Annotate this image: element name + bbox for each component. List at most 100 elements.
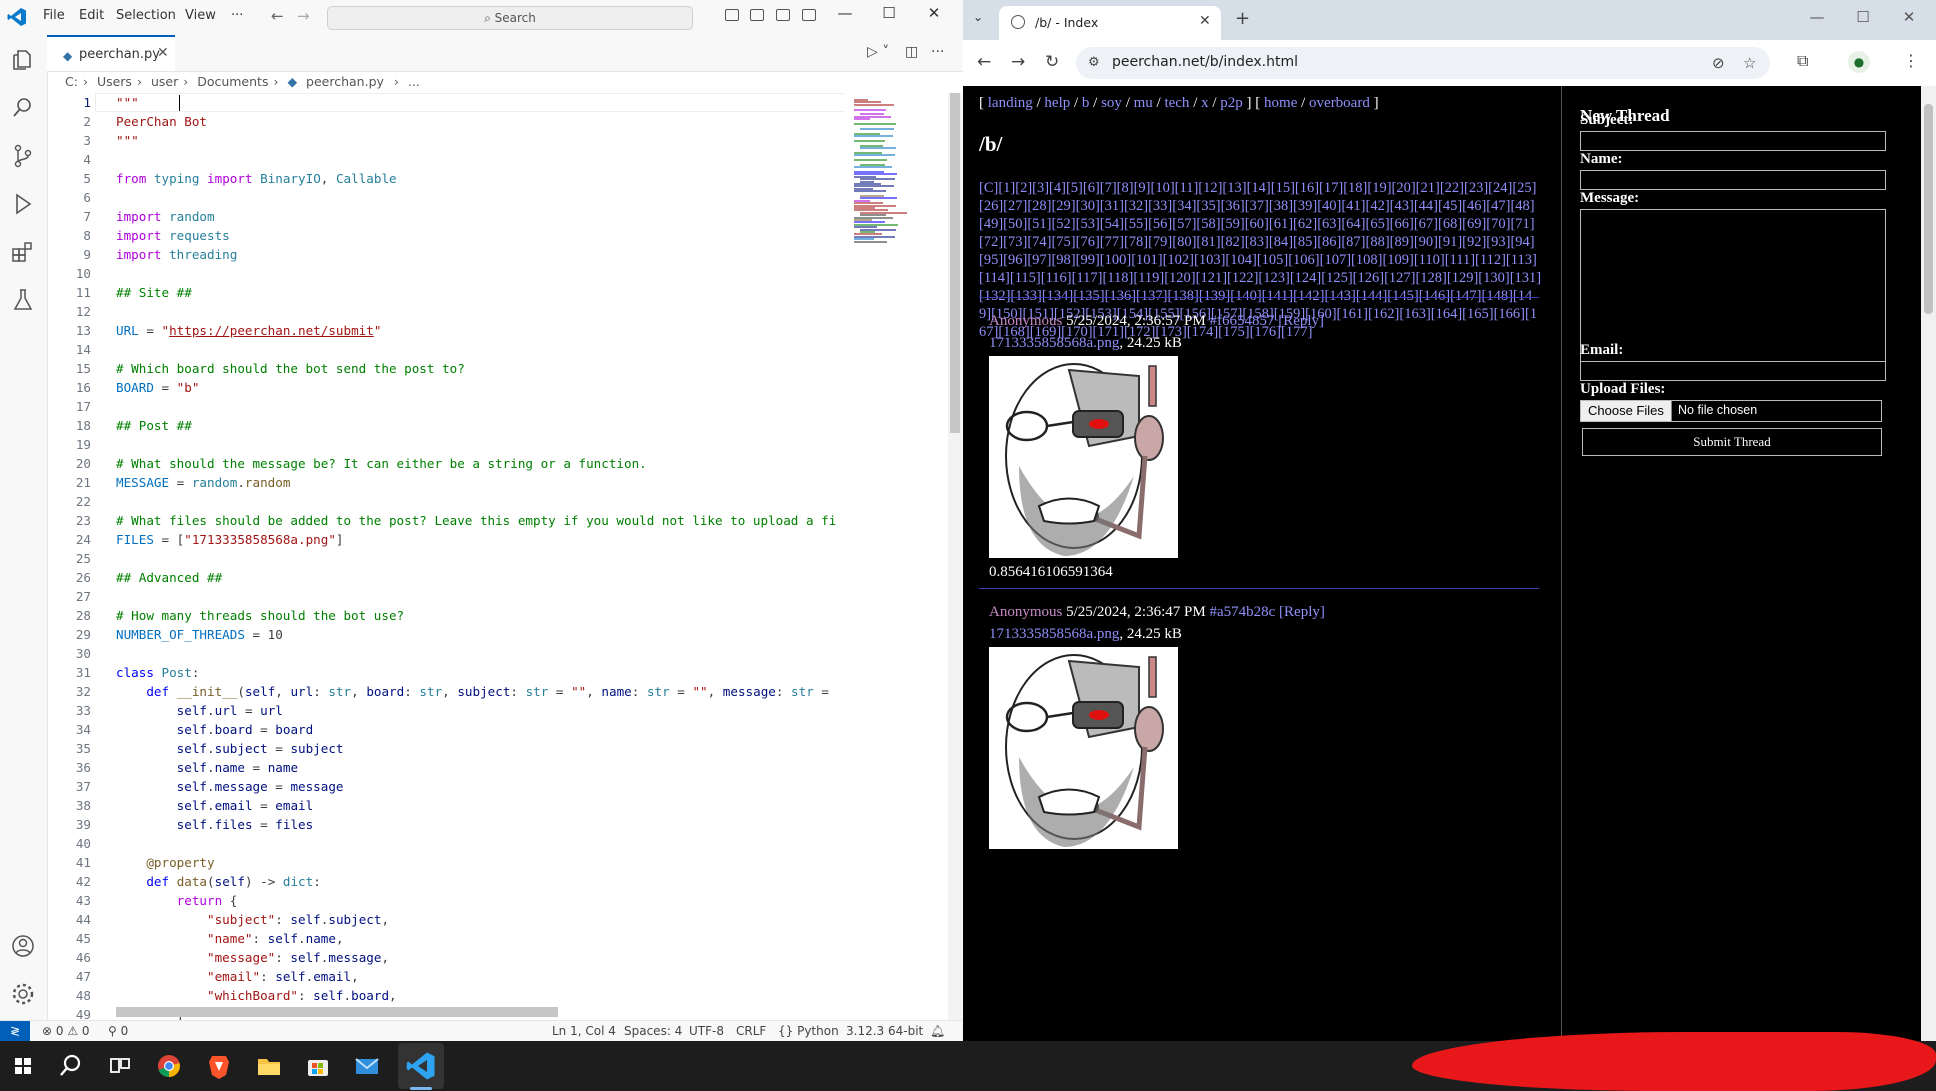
subject-field[interactable] xyxy=(1580,131,1886,151)
menu-edit[interactable]: Edit xyxy=(79,8,104,23)
page-scrollbar-thumb[interactable] xyxy=(1924,104,1933,314)
email-field[interactable] xyxy=(1580,361,1886,381)
split-editor-icon[interactable]: ◫ xyxy=(905,44,918,60)
chrome-icon[interactable] xyxy=(154,1051,184,1081)
customize-layout-icon[interactable] xyxy=(802,9,816,21)
eye-slash-icon[interactable]: ⊘ xyxy=(1712,54,1725,72)
code-editor[interactable]: 1 """ 2 PeerChan Bot 3 """ 4 5 from typing impor… xyxy=(47,93,844,1020)
editor-vertical-scrollbar[interactable] xyxy=(948,93,962,1020)
file-explorer-icon[interactable] xyxy=(254,1051,284,1081)
browser-close-icon[interactable]: ✕ xyxy=(1895,8,1923,26)
vscode-icon[interactable] xyxy=(406,1051,436,1081)
cursor-position[interactable]: Ln 1, Col 4 xyxy=(552,1024,616,1038)
nav-link-home[interactable]: home xyxy=(1264,95,1297,111)
nav-link-soy[interactable]: soy xyxy=(1101,95,1122,111)
message-textarea[interactable] xyxy=(1580,209,1886,365)
scrollbar-thumb[interactable] xyxy=(950,93,960,433)
post-image[interactable] xyxy=(989,356,1178,558)
toggle-primary-sidebar-icon[interactable] xyxy=(725,9,739,21)
task-view-icon[interactable] xyxy=(105,1051,135,1081)
choose-files-button[interactable]: Choose Files xyxy=(1581,401,1672,421)
minimize-icon[interactable]: — xyxy=(830,4,860,22)
breadcrumb-documents[interactable]: Documents xyxy=(197,74,268,89)
reload-icon[interactable]: ↻ xyxy=(1045,52,1059,72)
maximize-icon[interactable]: ☐ xyxy=(874,4,904,22)
tab-peerchan-py[interactable]: ◆ peerchan.py ✕ xyxy=(47,35,175,71)
submit-thread-button[interactable]: Submit Thread xyxy=(1582,428,1882,456)
nav-link-mu[interactable]: mu xyxy=(1134,95,1153,111)
site-info-icon[interactable]: ⚙ xyxy=(1088,55,1100,70)
post-image[interactable] xyxy=(989,647,1178,849)
tab-search-chevron-icon[interactable]: ⌄ xyxy=(973,10,983,24)
address-bar[interactable]: ⚙ peerchan.net/b/index.html ⊘ ☆ xyxy=(1076,47,1770,79)
browser-tab[interactable]: /b/ - Index ✕ xyxy=(999,6,1221,40)
browser-maximize-icon[interactable]: ☐ xyxy=(1849,8,1877,26)
nav-link-p2p[interactable]: p2p xyxy=(1220,95,1243,111)
brave-icon[interactable] xyxy=(204,1051,234,1081)
new-tab-icon[interactable]: + xyxy=(1235,8,1250,29)
run-python-icon[interactable]: ▷ ˅ xyxy=(867,44,889,60)
post-id-link[interactable]: #f6654857 xyxy=(1209,313,1274,329)
more-actions-icon[interactable]: ··· xyxy=(931,44,944,60)
extensions-icon[interactable] xyxy=(10,239,36,265)
windows-start-icon[interactable] xyxy=(8,1051,38,1081)
browser-minimize-icon[interactable]: — xyxy=(1803,8,1831,26)
end-of-line[interactable]: CRLF xyxy=(736,1024,766,1038)
command-center-search[interactable]: ⌕ Search xyxy=(327,6,693,30)
nav-link-tech[interactable]: tech xyxy=(1164,95,1189,111)
reply-link[interactable]: [Reply] xyxy=(1278,313,1324,329)
post-id-link[interactable]: #a574b28c xyxy=(1209,604,1275,620)
bookmark-star-icon[interactable]: ☆ xyxy=(1743,54,1756,72)
file-link[interactable]: 1713335858568a.png xyxy=(989,626,1119,642)
accounts-icon[interactable] xyxy=(10,933,36,959)
back-arrow-icon[interactable]: ← xyxy=(271,7,284,25)
toggle-panel-icon[interactable] xyxy=(750,9,764,21)
search-icon[interactable] xyxy=(56,1051,86,1081)
language-mode[interactable]: {} Python xyxy=(778,1024,839,1038)
mail-icon[interactable] xyxy=(352,1051,382,1081)
tab-close-icon[interactable]: ✕ xyxy=(157,45,169,61)
breadcrumb-user[interactable]: user xyxy=(151,74,178,89)
remote-indicator-icon[interactable]: ≷ xyxy=(0,1021,30,1042)
encoding[interactable]: UTF-8 xyxy=(689,1024,724,1038)
browser-tab-close-icon[interactable]: ✕ xyxy=(1199,13,1211,29)
profile-avatar-icon[interactable]: ● xyxy=(1848,51,1870,73)
browser-forward-icon[interactable]: → xyxy=(1011,52,1025,72)
extensions-puzzle-icon[interactable]: ⧉ xyxy=(1797,51,1808,71)
minimap[interactable] xyxy=(844,93,948,1020)
page-scrollbar[interactable] xyxy=(1921,86,1936,1041)
breadcrumb-file[interactable]: ◆ peerchan.py xyxy=(287,74,388,89)
indentation[interactable]: Spaces: 4 xyxy=(624,1024,682,1038)
explorer-icon[interactable] xyxy=(10,47,36,73)
settings-gear-icon[interactable] xyxy=(10,981,36,1007)
search-icon[interactable] xyxy=(10,95,36,121)
menu-view[interactable]: View xyxy=(185,8,216,23)
browser-back-icon[interactable]: ← xyxy=(977,52,991,72)
nav-link-overboard[interactable]: overboard xyxy=(1309,95,1370,111)
close-icon[interactable]: ✕ xyxy=(919,4,949,22)
name-field[interactable] xyxy=(1580,170,1886,190)
nav-link-help[interactable]: help xyxy=(1044,95,1070,111)
forward-arrow-icon[interactable]: → xyxy=(297,7,310,25)
python-interpreter[interactable]: 3.12.3 64-bit xyxy=(846,1024,923,1038)
file-input[interactable]: Choose Files No file chosen xyxy=(1580,400,1882,422)
breadcrumb-drive[interactable]: C: xyxy=(65,74,78,89)
editor-horizontal-scrollbar[interactable] xyxy=(116,1007,558,1017)
menu-more[interactable]: ··· xyxy=(231,8,243,23)
notifications-bell-icon[interactable]: 🔔︎ xyxy=(930,1024,945,1038)
breadcrumb-symbol[interactable]: ... xyxy=(408,74,420,89)
testing-flask-icon[interactable] xyxy=(10,287,36,313)
nav-link-x[interactable]: x xyxy=(1201,95,1209,111)
menu-selection[interactable]: Selection xyxy=(116,8,176,23)
toggle-secondary-sidebar-icon[interactable] xyxy=(776,9,790,21)
problems-status[interactable]: ⊗ 0 ⚠ 0 xyxy=(42,1024,90,1038)
run-debug-icon[interactable] xyxy=(10,191,36,217)
reply-link[interactable]: [Reply] xyxy=(1279,604,1325,620)
ports-status[interactable]: ⚲ 0 xyxy=(108,1024,128,1038)
browser-menu-icon[interactable]: ⋮ xyxy=(1903,51,1919,70)
breadcrumb-users[interactable]: Users xyxy=(97,74,132,89)
store-icon[interactable] xyxy=(303,1051,333,1081)
menu-file[interactable]: File xyxy=(43,8,65,23)
source-control-icon[interactable] xyxy=(10,143,36,169)
file-link[interactable]: 1713335858568a.png xyxy=(989,335,1119,351)
